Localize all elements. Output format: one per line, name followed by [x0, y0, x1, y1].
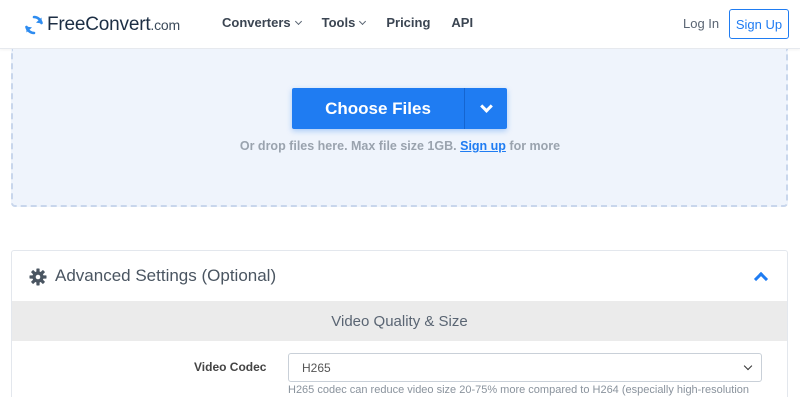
- login-link[interactable]: Log In: [683, 16, 719, 31]
- logo-refresh-icon: [25, 15, 43, 35]
- section-title: Video Quality & Size: [331, 312, 468, 330]
- nav-api[interactable]: API: [451, 15, 473, 30]
- video-codec-select[interactable]: H265: [288, 353, 762, 382]
- nav-converters[interactable]: Converters: [222, 15, 302, 30]
- drop-hint-suffix: for more: [509, 139, 561, 153]
- signup-button[interactable]: Sign Up: [729, 9, 789, 39]
- chevron-down-icon: [359, 17, 367, 25]
- video-codec-hint: H265 codec can reduce video size 20-75% …: [288, 384, 750, 396]
- main-nav: Converters Tools Pricing API: [222, 15, 494, 30]
- top-header: FreeConvert.com Converters Tools Pricing…: [0, 0, 800, 49]
- advanced-settings-header[interactable]: Advanced Settings (Optional): [12, 251, 787, 302]
- nav-pricing[interactable]: Pricing: [386, 15, 430, 30]
- logo-suffix: .com: [150, 17, 180, 33]
- choose-source-dropdown[interactable]: [464, 88, 507, 129]
- logo-name: FreeConvert: [47, 14, 151, 35]
- logo-text: FreeConvert.com: [47, 14, 180, 36]
- nav-tools[interactable]: Tools: [321, 15, 367, 30]
- advanced-settings-panel: Advanced Settings (Optional) Video Quali…: [11, 250, 788, 397]
- nav-api-label: API: [451, 15, 474, 30]
- choose-files-group: Choose Files: [292, 88, 507, 129]
- video-codec-value: H265: [302, 360, 331, 375]
- freeconvert-logo[interactable]: FreeConvert.com: [24, 13, 180, 37]
- advanced-settings-title: Advanced Settings (Optional): [55, 266, 277, 285]
- drop-hint: Or drop files here. Max file size 1GB. S…: [0, 139, 800, 153]
- video-codec-label: Video Codec: [194, 360, 267, 374]
- video-quality-section-header: Video Quality & Size: [12, 301, 787, 341]
- chevron-down-icon: [479, 99, 493, 113]
- nav-pricing-label: Pricing: [386, 15, 431, 30]
- collapse-toggle[interactable]: [752, 268, 772, 287]
- drop-hint-text: Or drop files here. Max file size 1GB.: [239, 139, 457, 153]
- chevron-up-icon: [753, 271, 769, 287]
- nav-converters-label: Converters: [222, 15, 291, 30]
- choose-files-button[interactable]: Choose Files: [292, 88, 464, 129]
- chevron-down-icon: [743, 361, 753, 371]
- nav-tools-label: Tools: [321, 15, 356, 30]
- signup-link[interactable]: Sign up: [460, 139, 506, 153]
- chevron-down-icon: [294, 17, 302, 25]
- gear-icon: [29, 268, 47, 286]
